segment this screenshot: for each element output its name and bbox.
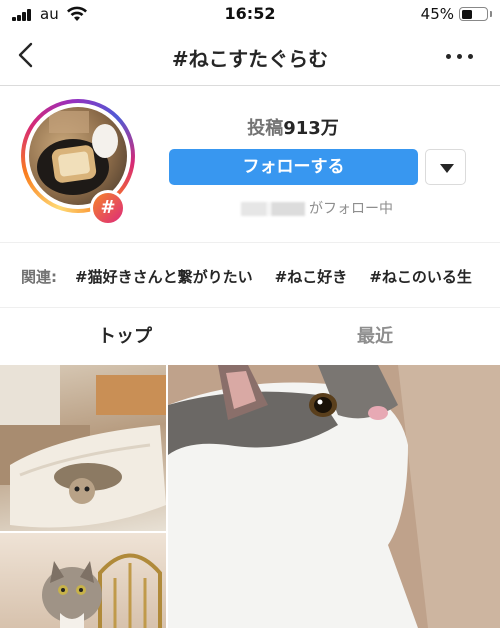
more-options-button[interactable]: [442, 46, 478, 66]
related-tag[interactable]: #猫好きさんと繋がりたい: [75, 266, 253, 287]
hashtag-badge-icon: #: [90, 190, 126, 226]
caret-down-icon: [440, 164, 454, 173]
related-hashtags: 関連: #猫好きさんと繋がりたい #ねこ好き #ねこのいる生: [0, 242, 500, 308]
related-tag-list: #猫好きさんと繋がりたい #ねこ好き #ねこのいる生: [75, 266, 489, 287]
followed-by-text: がフォロー中: [241, 198, 393, 220]
battery-cap: [490, 11, 492, 17]
tab-top[interactable]: トップ: [0, 308, 250, 365]
related-label: 関連:: [21, 268, 57, 286]
follow-dropdown-button[interactable]: [425, 149, 466, 185]
related-tag[interactable]: #ねこ好き: [275, 266, 348, 287]
hashtag-header: # 投稿913万 フォローする がフォロー中: [0, 87, 500, 242]
blurred-usernames: [241, 202, 305, 216]
hashtag-title: #ねこすたぐらむ: [171, 47, 329, 71]
tab-recent[interactable]: 最近: [250, 308, 500, 365]
more-dots-icon: [446, 54, 451, 59]
back-button[interactable]: [12, 38, 42, 72]
feed-tabs: トップ 最近: [0, 308, 500, 365]
post-count: 投稿913万: [168, 114, 418, 140]
navigation-bar: #ねこすたぐらむ: [0, 28, 500, 86]
status-bar: au 16:52 45%: [0, 0, 500, 28]
follow-button[interactable]: フォローする: [169, 149, 418, 185]
grid-photo-fluffy-kitten[interactable]: [168, 365, 500, 628]
grid-photo-cat-by-chair[interactable]: [0, 533, 166, 628]
post-count-value: 913万: [283, 118, 339, 139]
grid-photo-cat-on-cushion[interactable]: [0, 365, 166, 531]
battery-percentage: 45%: [420, 5, 454, 23]
post-count-label: 投稿: [247, 118, 284, 139]
battery-icon: [459, 7, 488, 21]
followed-by-suffix: がフォロー中: [309, 201, 393, 217]
related-tag[interactable]: #ねこのいる生: [369, 266, 472, 287]
battery-fill: [461, 9, 472, 19]
photo-grid: [0, 365, 500, 628]
chevron-left-icon: [18, 42, 33, 68]
